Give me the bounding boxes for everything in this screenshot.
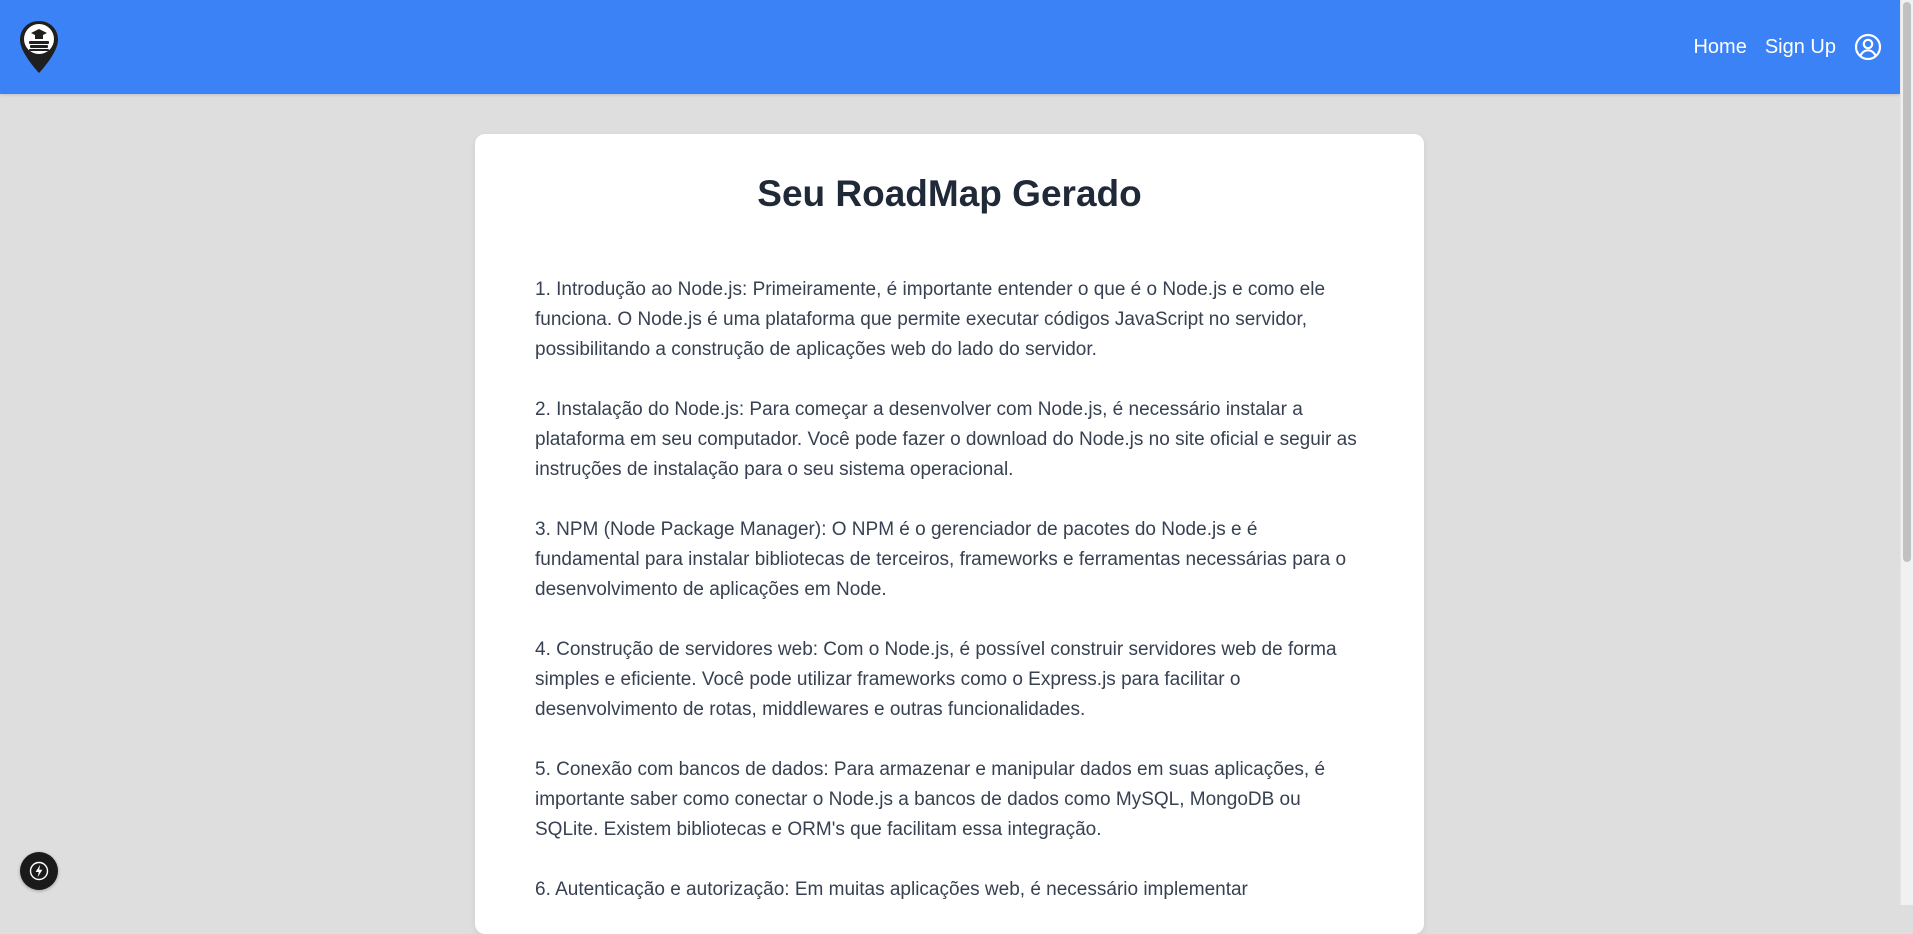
roadmap-step: 1. Introdução ao Node.js: Primeiramente,… [535,278,1326,360]
roadmap-step: 6. Autenticação e autorização: Em muitas… [535,878,1248,900]
lightning-bolt-icon [29,861,49,881]
nav-links: Home Sign Up [1693,0,1882,94]
nav-home-link[interactable]: Home [1693,36,1746,59]
roadmap-step: 4. Construção de servidores web: Com o N… [535,638,1337,720]
roadmap-step: 5. Conexão com bancos de dados: Para arm… [535,758,1326,840]
lightning-fab-button[interactable] [20,852,58,890]
user-circle-icon[interactable] [1854,33,1882,61]
roadmap-card: Seu RoadMap Gerado 1. Introdução ao Node… [475,134,1424,934]
roadmap-content: 1. Introdução ao Node.js: Primeiramente,… [475,275,1424,905]
logo-icon[interactable] [18,20,60,74]
page-title: Seu RoadMap Gerado [757,173,1142,214]
top-navbar: Home Sign Up [0,0,1900,94]
roadmap-step: 2. Instalação do Node.js: Para começar a… [535,398,1357,480]
roadmap-step: 3. NPM (Node Package Manager): O NPM é o… [535,518,1347,600]
page-scrollbar[interactable] [1900,0,1913,905]
nav-signup-link[interactable]: Sign Up [1765,36,1836,59]
scrollbar-thumb[interactable] [1903,2,1911,562]
